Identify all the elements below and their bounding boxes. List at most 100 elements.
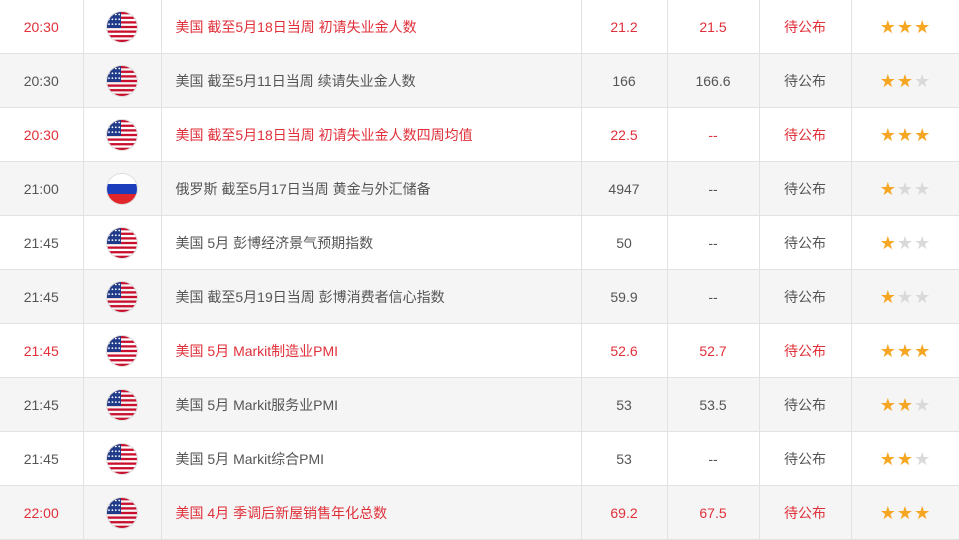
table-row[interactable]: 22:00 美国 4月 季调后新屋销售年化总数 69.2 67.5 待公布 ★★…	[0, 485, 959, 540]
previous-value: 59.9	[581, 269, 668, 324]
table-row[interactable]: 21:45 美国 5月 彭博经济景气预期指数 50 -- 待公布 ★★★	[0, 215, 959, 270]
star-filled-icon: ★	[896, 502, 915, 523]
us-flag	[107, 335, 137, 366]
forecast-value: 52.7	[667, 323, 760, 378]
event-name[interactable]: 美国 5月 Markit制造业PMI	[161, 323, 582, 378]
us-flag	[107, 389, 137, 420]
event-name[interactable]: 美国 4月 季调后新屋销售年化总数	[161, 485, 582, 540]
star-filled-icon: ★	[896, 124, 915, 145]
star-filled-icon: ★	[879, 340, 897, 361]
star-filled-icon: ★	[896, 340, 915, 361]
country-flag-cell	[83, 107, 162, 162]
us-flag	[107, 497, 137, 528]
star-filled-icon: ★	[879, 232, 897, 253]
star-filled-icon: ★	[896, 16, 915, 37]
previous-value: 4947	[581, 161, 668, 216]
calendar-body: 20:30 美国 截至5月18日当周 初请失业金人数 21.2 21.5 待公布…	[0, 0, 959, 540]
previous-value: 53	[581, 431, 668, 486]
importance-stars: ★★★	[851, 53, 959, 108]
table-row[interactable]: 21:45 美国 5月 Markit制造业PMI 52.6 52.7 待公布 ★…	[0, 323, 959, 378]
star-empty-icon: ★	[914, 232, 932, 253]
event-name[interactable]: 美国 5月 Markit综合PMI	[161, 431, 582, 486]
forecast-value: --	[667, 161, 760, 216]
actual-value: 待公布	[759, 485, 852, 540]
star-filled-icon: ★	[879, 502, 897, 523]
importance-stars: ★★★	[851, 485, 959, 540]
importance-stars: ★★★	[851, 431, 959, 486]
table-row[interactable]: 20:30 美国 截至5月11日当周 续请失业金人数 166 166.6 待公布…	[0, 53, 959, 108]
country-flag-cell	[83, 377, 162, 432]
us-flag	[107, 281, 137, 312]
star-empty-icon: ★	[896, 232, 915, 253]
us-flag	[107, 11, 137, 42]
actual-value: 待公布	[759, 0, 852, 54]
event-name[interactable]: 美国 截至5月18日当周 初请失业金人数四周均值	[161, 107, 582, 162]
forecast-value: 166.6	[667, 53, 760, 108]
table-row[interactable]: 21:45 美国 5月 Markit综合PMI 53 -- 待公布 ★★★	[0, 431, 959, 486]
event-name[interactable]: 美国 5月 Markit服务业PMI	[161, 377, 582, 432]
country-flag-cell	[83, 53, 162, 108]
actual-value: 待公布	[759, 323, 852, 378]
star-empty-icon: ★	[914, 286, 932, 307]
star-filled-icon: ★	[879, 16, 897, 37]
importance-stars: ★★★	[851, 377, 959, 432]
event-time: 21:45	[0, 269, 84, 324]
previous-value: 166	[581, 53, 668, 108]
country-flag-cell	[83, 485, 162, 540]
importance-stars: ★★★	[851, 215, 959, 270]
star-filled-icon: ★	[879, 394, 897, 415]
forecast-value: --	[667, 107, 760, 162]
event-time: 20:30	[0, 107, 84, 162]
event-time: 21:00	[0, 161, 84, 216]
event-name[interactable]: 美国 5月 彭博经济景气预期指数	[161, 215, 582, 270]
forecast-value: 67.5	[667, 485, 760, 540]
event-name[interactable]: 美国 截至5月18日当周 初请失业金人数	[161, 0, 582, 54]
star-filled-icon: ★	[914, 502, 932, 523]
previous-value: 69.2	[581, 485, 668, 540]
previous-value: 50	[581, 215, 668, 270]
us-flag	[107, 65, 137, 96]
us-flag	[107, 119, 137, 150]
event-name[interactable]: 美国 截至5月11日当周 续请失业金人数	[161, 53, 582, 108]
forecast-value: 21.5	[667, 0, 760, 54]
star-filled-icon: ★	[896, 394, 915, 415]
country-flag-cell	[83, 269, 162, 324]
event-time: 21:45	[0, 377, 84, 432]
table-row[interactable]: 21:00 俄罗斯 截至5月17日当周 黄金与外汇储备 4947 -- 待公布 …	[0, 161, 959, 216]
event-time: 21:45	[0, 215, 84, 270]
star-empty-icon: ★	[896, 178, 915, 199]
table-row[interactable]: 21:45 美国 5月 Markit服务业PMI 53 53.5 待公布 ★★★	[0, 377, 959, 432]
actual-value: 待公布	[759, 53, 852, 108]
star-empty-icon: ★	[914, 448, 932, 469]
previous-value: 53	[581, 377, 668, 432]
forecast-value: 53.5	[667, 377, 760, 432]
table-row[interactable]: 21:45 美国 截至5月19日当周 彭博消费者信心指数 59.9 -- 待公布…	[0, 269, 959, 324]
actual-value: 待公布	[759, 215, 852, 270]
star-filled-icon: ★	[914, 124, 932, 145]
table-row[interactable]: 20:30 美国 截至5月18日当周 初请失业金人数四周均值 22.5 -- 待…	[0, 107, 959, 162]
actual-value: 待公布	[759, 377, 852, 432]
country-flag-cell	[83, 0, 162, 54]
star-filled-icon: ★	[879, 70, 897, 91]
actual-value: 待公布	[759, 161, 852, 216]
event-name[interactable]: 美国 截至5月19日当周 彭博消费者信心指数	[161, 269, 582, 324]
star-filled-icon: ★	[896, 70, 915, 91]
star-filled-icon: ★	[879, 448, 897, 469]
star-empty-icon: ★	[896, 286, 915, 307]
event-time: 22:00	[0, 485, 84, 540]
forecast-value: --	[667, 269, 760, 324]
importance-stars: ★★★	[851, 323, 959, 378]
event-name[interactable]: 俄罗斯 截至5月17日当周 黄金与外汇储备	[161, 161, 582, 216]
star-filled-icon: ★	[914, 16, 932, 37]
event-time: 21:45	[0, 323, 84, 378]
previous-value: 21.2	[581, 0, 668, 54]
star-filled-icon: ★	[896, 448, 915, 469]
previous-value: 52.6	[581, 323, 668, 378]
actual-value: 待公布	[759, 107, 852, 162]
table-row[interactable]: 20:30 美国 截至5月18日当周 初请失业金人数 21.2 21.5 待公布…	[0, 0, 959, 54]
country-flag-cell	[83, 431, 162, 486]
us-flag	[107, 443, 137, 474]
importance-stars: ★★★	[851, 161, 959, 216]
event-time: 21:45	[0, 431, 84, 486]
star-empty-icon: ★	[914, 70, 932, 91]
